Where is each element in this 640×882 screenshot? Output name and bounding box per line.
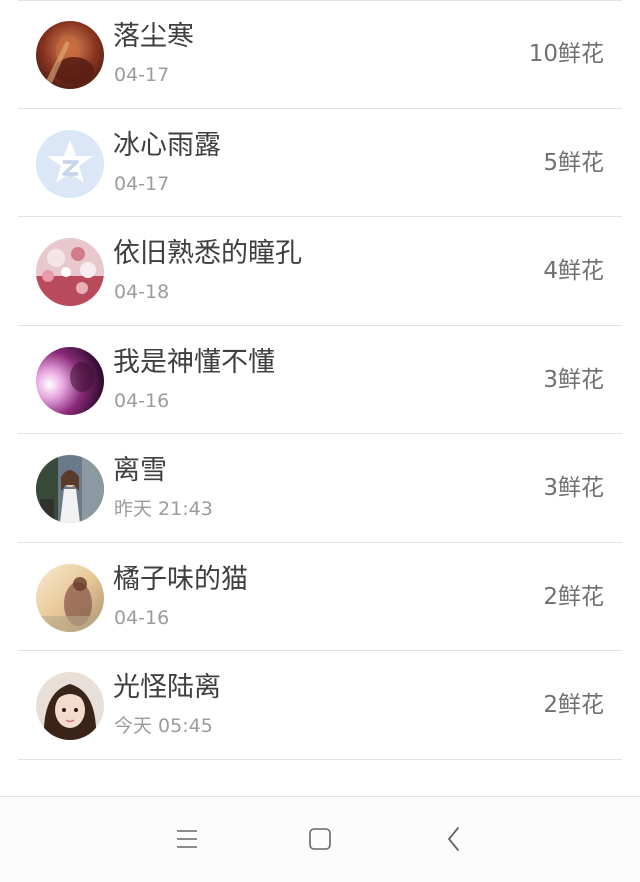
back-chevron-icon bbox=[448, 827, 459, 851]
user-name: 离雪 bbox=[113, 455, 167, 486]
list-item[interactable]: 光怪陆离 今天 05:45 2鲜花 bbox=[0, 651, 640, 760]
list-item[interactable]: 依旧熟悉的瞳孔 04-18 4鲜花 bbox=[0, 217, 640, 326]
system-navigation-bar bbox=[0, 796, 640, 882]
avatar[interactable] bbox=[36, 672, 104, 740]
list-item[interactable]: 橘子味的猫 04-16 2鲜花 bbox=[0, 543, 640, 652]
avatar-photo-warrior-icon bbox=[36, 21, 104, 89]
avatar-photo-flowers-icon bbox=[36, 238, 104, 306]
flower-count: 3鲜花 bbox=[543, 475, 604, 501]
avatar-default-qzone-star-icon bbox=[36, 129, 104, 198]
flower-count: 4鲜花 bbox=[543, 258, 604, 284]
flower-count: 10鲜花 bbox=[528, 41, 604, 67]
home-square-icon bbox=[309, 828, 331, 850]
avatar[interactable] bbox=[36, 238, 104, 306]
avatar-photo-girl-portrait-icon bbox=[36, 672, 104, 740]
avatar[interactable] bbox=[36, 21, 104, 89]
user-name: 冰心雨露 bbox=[113, 129, 221, 161]
avatar-photo-sunset-icon bbox=[36, 563, 104, 632]
user-name: 光怪陆离 bbox=[113, 672, 221, 703]
gift-list: 落尘寒 04-17 10鲜花 冰心雨露 04-17 5鲜花 依旧熟悉的瞳孔 04… bbox=[0, 0, 640, 760]
menu-icon bbox=[177, 830, 197, 848]
user-name: 我是神懂不懂 bbox=[113, 346, 275, 378]
gift-date: 04-17 bbox=[114, 64, 170, 86]
list-item[interactable]: 我是神懂不懂 04-16 3鲜花 bbox=[0, 326, 640, 435]
home-button[interactable] bbox=[300, 821, 340, 857]
gift-date: 04-17 bbox=[114, 172, 170, 195]
gift-date: 04-16 bbox=[114, 389, 170, 412]
user-name: 橘子味的猫 bbox=[113, 563, 248, 595]
menu-button[interactable] bbox=[167, 821, 207, 857]
flower-count: 2鲜花 bbox=[543, 583, 604, 610]
list-item[interactable]: 冰心雨露 04-17 5鲜花 bbox=[0, 109, 640, 218]
gift-date: 今天 05:45 bbox=[114, 715, 213, 737]
user-name: 依旧熟悉的瞳孔 bbox=[113, 238, 302, 269]
flower-count: 3鲜花 bbox=[543, 366, 604, 393]
flower-count: 2鲜花 bbox=[543, 692, 604, 718]
gift-date: 昨天 21:43 bbox=[114, 498, 213, 520]
avatar-photo-girl-white-dress-icon bbox=[36, 455, 104, 523]
back-button[interactable] bbox=[434, 821, 474, 857]
avatar[interactable] bbox=[36, 129, 104, 198]
gift-date: 04-18 bbox=[114, 281, 170, 303]
flower-count: 5鲜花 bbox=[543, 149, 604, 176]
avatar[interactable] bbox=[36, 563, 104, 632]
list-item[interactable]: 落尘寒 04-17 10鲜花 bbox=[0, 0, 640, 109]
avatar[interactable] bbox=[36, 455, 104, 523]
flower-ranking-screen: 落尘寒 04-17 10鲜花 冰心雨露 04-17 5鲜花 依旧熟悉的瞳孔 04… bbox=[0, 0, 640, 882]
list-item[interactable]: 离雪 昨天 21:43 3鲜花 bbox=[0, 434, 640, 543]
avatar[interactable] bbox=[36, 346, 104, 415]
avatar-photo-purple-icon bbox=[36, 346, 104, 415]
gift-date: 04-16 bbox=[114, 606, 170, 629]
user-name: 落尘寒 bbox=[113, 21, 194, 52]
